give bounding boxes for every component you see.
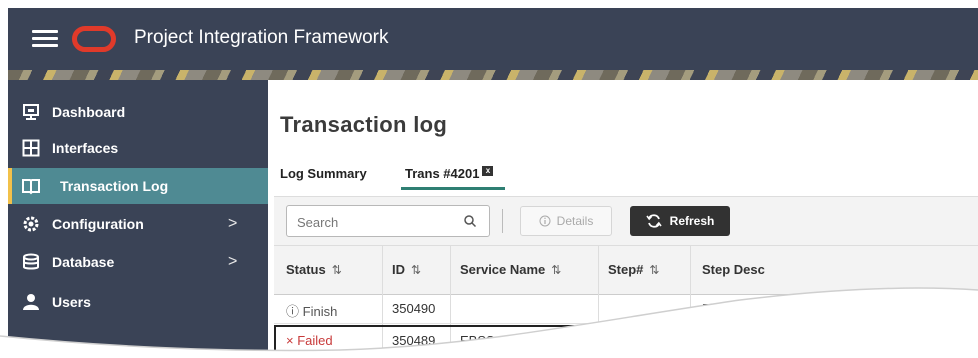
sidebar-item-label: Users	[52, 294, 91, 310]
app-title: Project Integration Framework	[134, 27, 389, 48]
page-title: Transaction log	[280, 112, 448, 137]
sort-icon[interactable]: ⇅	[332, 263, 342, 277]
refresh-icon	[646, 214, 662, 228]
status-cell: × Failed	[286, 333, 333, 348]
info-icon	[539, 215, 551, 227]
search-box	[286, 205, 490, 237]
close-icon[interactable]: x	[482, 166, 494, 176]
table-row-selected[interactable]: × Failed 350489 EBSService	[274, 325, 978, 355]
details-button[interactable]: Details	[520, 206, 612, 236]
sidebar-item-interfaces[interactable]: Interfaces	[8, 130, 268, 166]
column-header-step-desc[interactable]: Step Desc	[702, 262, 765, 277]
info-icon: ⓘ	[286, 304, 300, 319]
id-cell: 350490	[392, 301, 436, 316]
id-cell: 350489	[392, 333, 436, 348]
oracle-logo	[72, 26, 116, 52]
table-header: Status ⇅ ID ⇅ Service Name ⇅ Step# ⇅ Step De…	[274, 245, 978, 295]
gear-icon	[22, 215, 40, 233]
column-header-service-name[interactable]: Service Name ⇅	[460, 262, 561, 277]
sidebar-item-database[interactable]: Database >	[8, 244, 268, 280]
table-row[interactable]: ⓘ Finish 350490 Finish	[274, 293, 978, 324]
refresh-button[interactable]: Refresh	[630, 206, 730, 236]
database-icon	[22, 253, 40, 271]
sidebar-item-label: Interfaces	[52, 140, 119, 156]
sort-icon[interactable]: ⇅	[551, 263, 561, 277]
sidebar-item-label: Transaction Log	[60, 178, 169, 194]
column-header-status[interactable]: Status ⇅	[286, 262, 342, 277]
refresh-label: Refresh	[669, 214, 715, 228]
sort-icon[interactable]: ⇅	[649, 263, 659, 277]
sidebar-item-dashboard[interactable]: Dashboard	[8, 94, 268, 130]
main-content: Transaction log Log Summary Trans #4201 x…	[268, 80, 978, 358]
sidebar-item-label: Database	[52, 254, 115, 270]
book-icon	[22, 177, 40, 195]
tab-label: Trans #4201	[405, 166, 480, 181]
active-tab-indicator	[401, 187, 505, 190]
status-cell: ⓘ Finish	[286, 304, 338, 319]
monitor-icon	[22, 103, 40, 121]
service-cell: EBSService	[460, 333, 530, 348]
chevron-right-icon: >	[228, 253, 238, 270]
sidebar-item-label: Dashboard	[52, 104, 126, 120]
column-header-id[interactable]: ID ⇅	[392, 262, 421, 277]
sidebar-item-label: Configuration	[52, 216, 144, 232]
desc-cell: Finish	[702, 301, 737, 316]
hamburger-menu-icon[interactable]	[32, 30, 58, 48]
sidebar-item-transaction-log[interactable]: Transaction Log	[8, 168, 268, 204]
details-label: Details	[556, 214, 594, 228]
sidebar-item-configuration[interactable]: Configuration >	[8, 206, 268, 242]
column-header-step-number[interactable]: Step# ⇅	[608, 262, 659, 277]
toolbar: Details Refresh	[274, 196, 978, 245]
search-input[interactable]	[295, 211, 449, 233]
user-icon	[22, 293, 40, 311]
search-icon[interactable]	[463, 214, 477, 228]
sidebar-item-users[interactable]: Users	[8, 284, 268, 320]
error-icon: ×	[286, 333, 294, 348]
chevron-right-icon: >	[228, 215, 238, 232]
decorative-banner	[8, 70, 978, 80]
tab-log-summary[interactable]: Log Summary	[280, 166, 367, 181]
sort-icon[interactable]: ⇅	[411, 263, 421, 277]
app-header: Project Integration Framework	[8, 8, 978, 70]
app-window: Project Integration Framework Dashboard …	[8, 8, 978, 358]
toolbar-divider	[502, 209, 503, 233]
tab-trans-4201[interactable]: Trans #4201 x	[405, 166, 494, 181]
tab-label: Log Summary	[280, 166, 367, 181]
grid-icon	[22, 139, 40, 157]
sidebar: Dashboard Interfaces Transaction Log Con…	[8, 80, 268, 358]
